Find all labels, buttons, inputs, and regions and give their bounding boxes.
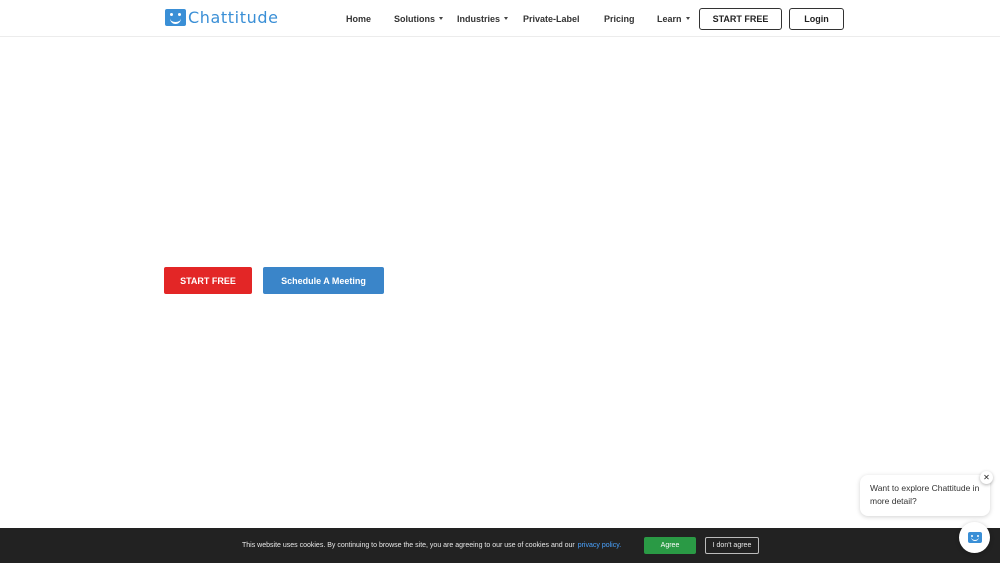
caret-down-icon [685,17,690,20]
nav-industries[interactable]: Industries [457,0,509,37]
cookie-message: This website uses cookies. By continuing… [242,528,621,563]
cookie-disagree-button[interactable]: I don't agree [705,537,759,554]
caret-down-icon [439,17,443,20]
header-start-free-button[interactable]: START FREE [699,8,782,30]
nav-solutions-label: Solutions [394,13,435,24]
nav-industries-label: Industries [457,13,501,24]
chat-launcher-button[interactable] [959,522,990,553]
cookie-banner: This website uses cookies. By continuing… [0,528,1000,563]
schedule-meeting-button[interactable]: Schedule A Meeting [263,267,384,294]
privacy-policy-link[interactable]: privacy policy. [578,542,621,549]
nav-learn-label: Learn [657,13,682,24]
brand-name: Chattitude [188,7,279,27]
chat-close-icon[interactable]: ✕ [980,471,993,484]
nav-solutions[interactable]: Solutions [394,0,443,37]
nav-private-label-label: Private-Label [523,13,580,24]
cookie-message-text: This website uses cookies. By continuing… [242,542,575,549]
nav-private-label[interactable]: Private-Label [523,0,580,37]
site-header: Chattitude Home Solutions Industries Pri… [0,0,1000,37]
login-button[interactable]: Login [789,8,844,30]
hero-start-free-button[interactable]: START FREE [164,267,252,294]
chat-smiley-icon [165,8,186,26]
chat-prompt-bubble[interactable]: Want to explore Chattitude in more detai… [860,475,990,516]
nav-home[interactable]: Home [346,0,371,37]
brand-logo[interactable]: Chattitude [165,7,279,27]
chat-prompt-text: Want to explore Chattitude in more detai… [870,483,980,506]
nav-pricing-label: Pricing [604,13,635,24]
chat-smiley-icon [967,532,982,543]
cookie-agree-button[interactable]: Agree [644,537,696,554]
nav-learn[interactable]: Learn [657,0,690,37]
caret-down-icon [504,17,509,20]
nav-home-label: Home [346,13,372,24]
nav-pricing[interactable]: Pricing [604,0,635,37]
